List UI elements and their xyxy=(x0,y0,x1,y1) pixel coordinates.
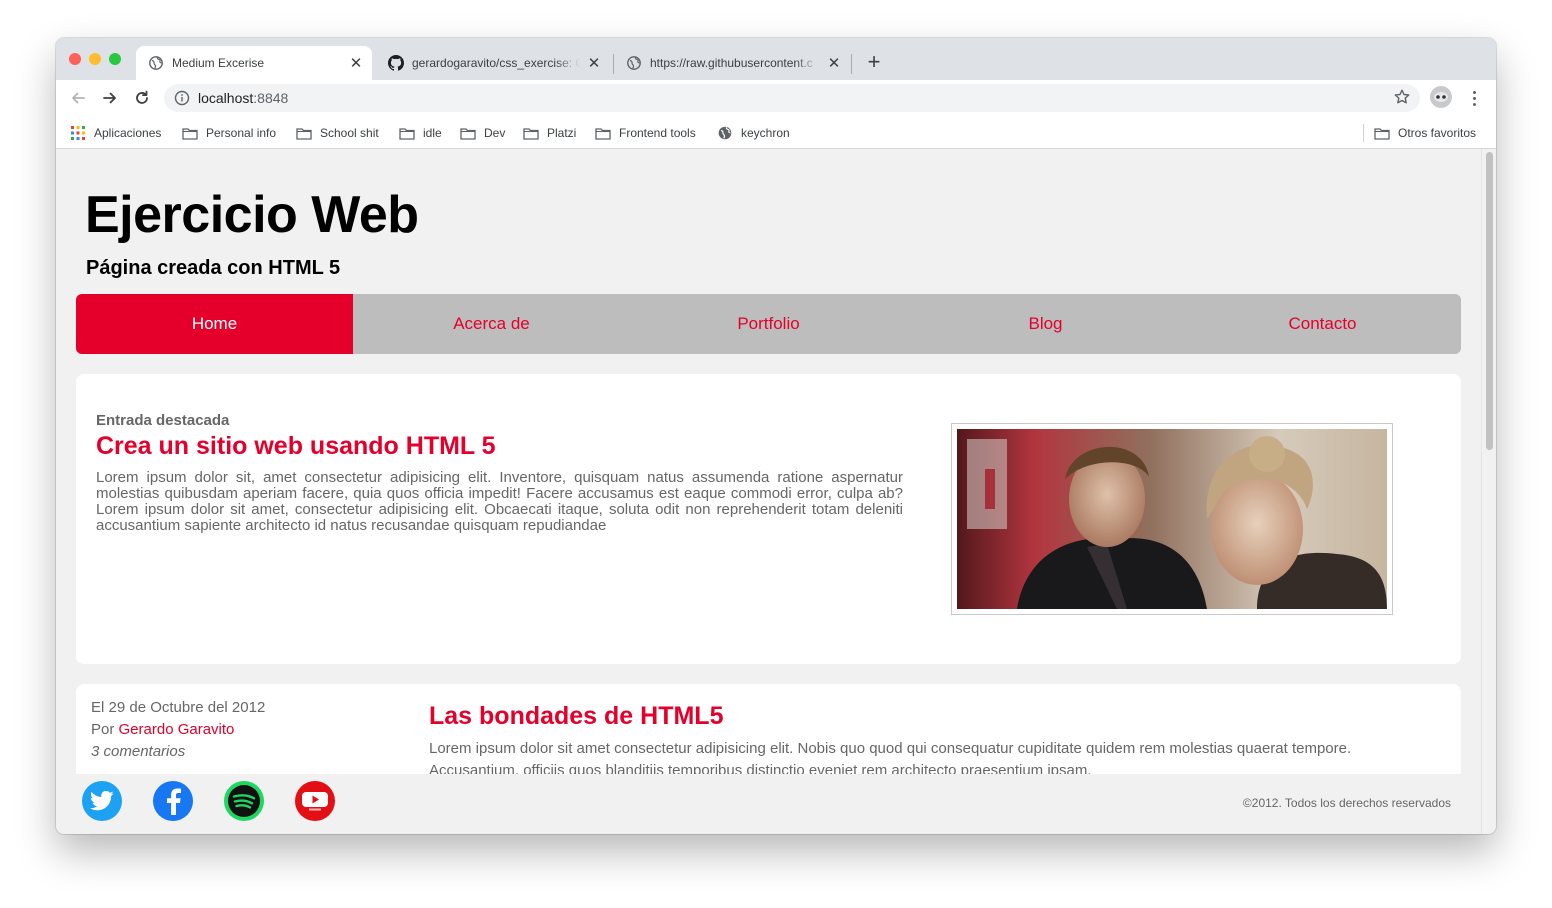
profile-avatar-icon[interactable] xyxy=(1430,86,1452,108)
url-text: localhost:8848 xyxy=(198,90,288,106)
scrollbar-thumb[interactable] xyxy=(1486,152,1493,450)
bookmark-school-shit[interactable]: School shit xyxy=(296,124,379,142)
bookmark-label: School shit xyxy=(320,126,379,140)
tab-medium-excerise[interactable]: Medium Excerise ✕ xyxy=(136,46,372,80)
apps-grid-icon xyxy=(70,126,86,140)
site-subtitle: Página creada con HTML 5 xyxy=(86,257,341,279)
forward-arrow-icon[interactable] xyxy=(100,88,120,108)
address-bar[interactable]: localhost:8848 xyxy=(164,84,1420,112)
bookmark-star-icon[interactable] xyxy=(1393,88,1411,106)
folder-icon xyxy=(182,126,198,140)
close-tab-icon[interactable]: ✕ xyxy=(348,55,364,72)
reload-icon[interactable] xyxy=(132,88,152,108)
github-icon xyxy=(388,55,404,71)
tab-title: https://raw.githubusercontent.c xyxy=(650,56,813,70)
couple-photo xyxy=(957,429,1387,609)
folder-icon xyxy=(1374,126,1390,140)
close-tab-icon[interactable]: ✕ xyxy=(586,55,602,72)
nav-contacto[interactable]: Contacto xyxy=(1184,294,1461,354)
post-comments[interactable]: 3 comentarios xyxy=(91,743,185,760)
folder-icon xyxy=(523,126,539,140)
nav-blog[interactable]: Blog xyxy=(907,294,1184,354)
bookmark-label: Frontend tools xyxy=(619,126,696,140)
folder-icon xyxy=(399,126,415,140)
featured-entry: Entrada destacada Crea un sitio web usan… xyxy=(76,374,1461,664)
twitter-icon[interactable] xyxy=(82,781,122,821)
tab-title: gerardogaravito/css_exercise: C xyxy=(412,56,580,70)
byline-prefix: Por xyxy=(91,721,119,738)
facebook-icon[interactable] xyxy=(153,781,193,821)
bookmark-frontend-tools[interactable]: Frontend tools xyxy=(595,124,696,142)
bookmark-label: Platzi xyxy=(547,126,577,140)
featured-kicker: Entrada destacada xyxy=(96,412,230,429)
post-title[interactable]: Las bondades de HTML5 xyxy=(429,702,723,731)
main-nav: Home Acerca de Portfolio Blog Contacto xyxy=(76,294,1461,354)
bookmark-label: idle xyxy=(423,126,442,140)
post-author-link[interactable]: Gerardo Garavito xyxy=(119,721,235,738)
tab-raw-githubusercontent[interactable]: https://raw.githubusercontent.c ✕ xyxy=(614,46,850,80)
bookmark-dev[interactable]: Dev xyxy=(460,124,505,142)
back-arrow-icon[interactable] xyxy=(68,88,88,108)
new-tab-button[interactable]: + xyxy=(862,51,886,75)
page-footer: ©2012. Todos los derechos reservados xyxy=(76,774,1461,834)
browser-window: Medium Excerise ✕ gerardogaravito/css_ex… xyxy=(56,38,1496,834)
bookmark-label: Aplicaciones xyxy=(94,126,162,140)
bookmark-keychron[interactable]: keychron xyxy=(717,124,790,142)
nav-home[interactable]: Home xyxy=(76,294,353,354)
page-viewport: Ejercicio Web Página creada con HTML 5 H… xyxy=(56,149,1496,834)
bookmark-label: Personal info xyxy=(206,126,277,140)
globe-icon xyxy=(148,55,164,71)
minimize-window-button[interactable] xyxy=(89,53,101,65)
bookmark-platzi[interactable]: Platzi xyxy=(523,124,576,142)
tab-divider xyxy=(851,54,852,74)
bookmark-personal-info[interactable]: Personal info xyxy=(182,124,276,142)
close-window-button[interactable] xyxy=(69,53,81,65)
footer-copyright: ©2012. Todos los derechos reservados xyxy=(1242,796,1451,810)
folder-icon xyxy=(296,126,312,140)
url-port: :8848 xyxy=(253,90,289,106)
bookmark-label: Otros favoritos xyxy=(1398,126,1477,140)
site-title: Ejercicio Web xyxy=(85,186,419,244)
close-tab-icon[interactable]: ✕ xyxy=(826,55,842,72)
folder-icon xyxy=(460,126,476,140)
bookmark-idle[interactable]: idle xyxy=(399,124,442,142)
featured-headline[interactable]: Crea un sitio web usando HTML 5 xyxy=(96,432,496,461)
globe-icon xyxy=(717,126,733,140)
globe-icon xyxy=(626,55,642,71)
tab-github-repo[interactable]: gerardogaravito/css_exercise: C ✕ xyxy=(376,46,610,80)
site-info-icon[interactable] xyxy=(174,90,190,106)
nav-acerca-de[interactable]: Acerca de xyxy=(353,294,630,354)
bookmarks-divider xyxy=(1363,124,1364,142)
url-host: localhost xyxy=(198,90,254,106)
tab-title: Medium Excerise xyxy=(172,56,265,70)
bookmark-aplicaciones[interactable]: Aplicaciones xyxy=(70,124,161,142)
tab-strip: Medium Excerise ✕ gerardogaravito/css_ex… xyxy=(56,38,1496,80)
bookmark-label: Dev xyxy=(484,126,506,140)
youtube-icon[interactable] xyxy=(295,781,335,821)
page-scrollbar[interactable] xyxy=(1481,149,1496,834)
post-date: El 29 de Octubre del 2012 xyxy=(91,699,266,716)
post-byline: Por Gerardo Garavito xyxy=(91,721,234,738)
featured-image xyxy=(951,423,1393,615)
browser-menu-icon[interactable] xyxy=(1466,88,1482,108)
folder-icon xyxy=(595,126,611,140)
bookmark-otros-favoritos[interactable]: Otros favoritos xyxy=(1374,124,1476,142)
nav-portfolio[interactable]: Portfolio xyxy=(630,294,907,354)
bookmarks-bar: Aplicaciones Personal info School shit i… xyxy=(56,116,1496,149)
maximize-window-button[interactable] xyxy=(109,53,121,65)
featured-body: Lorem ipsum dolor sit, amet consectetur … xyxy=(96,469,903,534)
bookmark-label: keychron xyxy=(741,126,790,140)
browser-toolbar: localhost:8848 xyxy=(56,80,1496,116)
spotify-icon[interactable] xyxy=(224,781,264,821)
